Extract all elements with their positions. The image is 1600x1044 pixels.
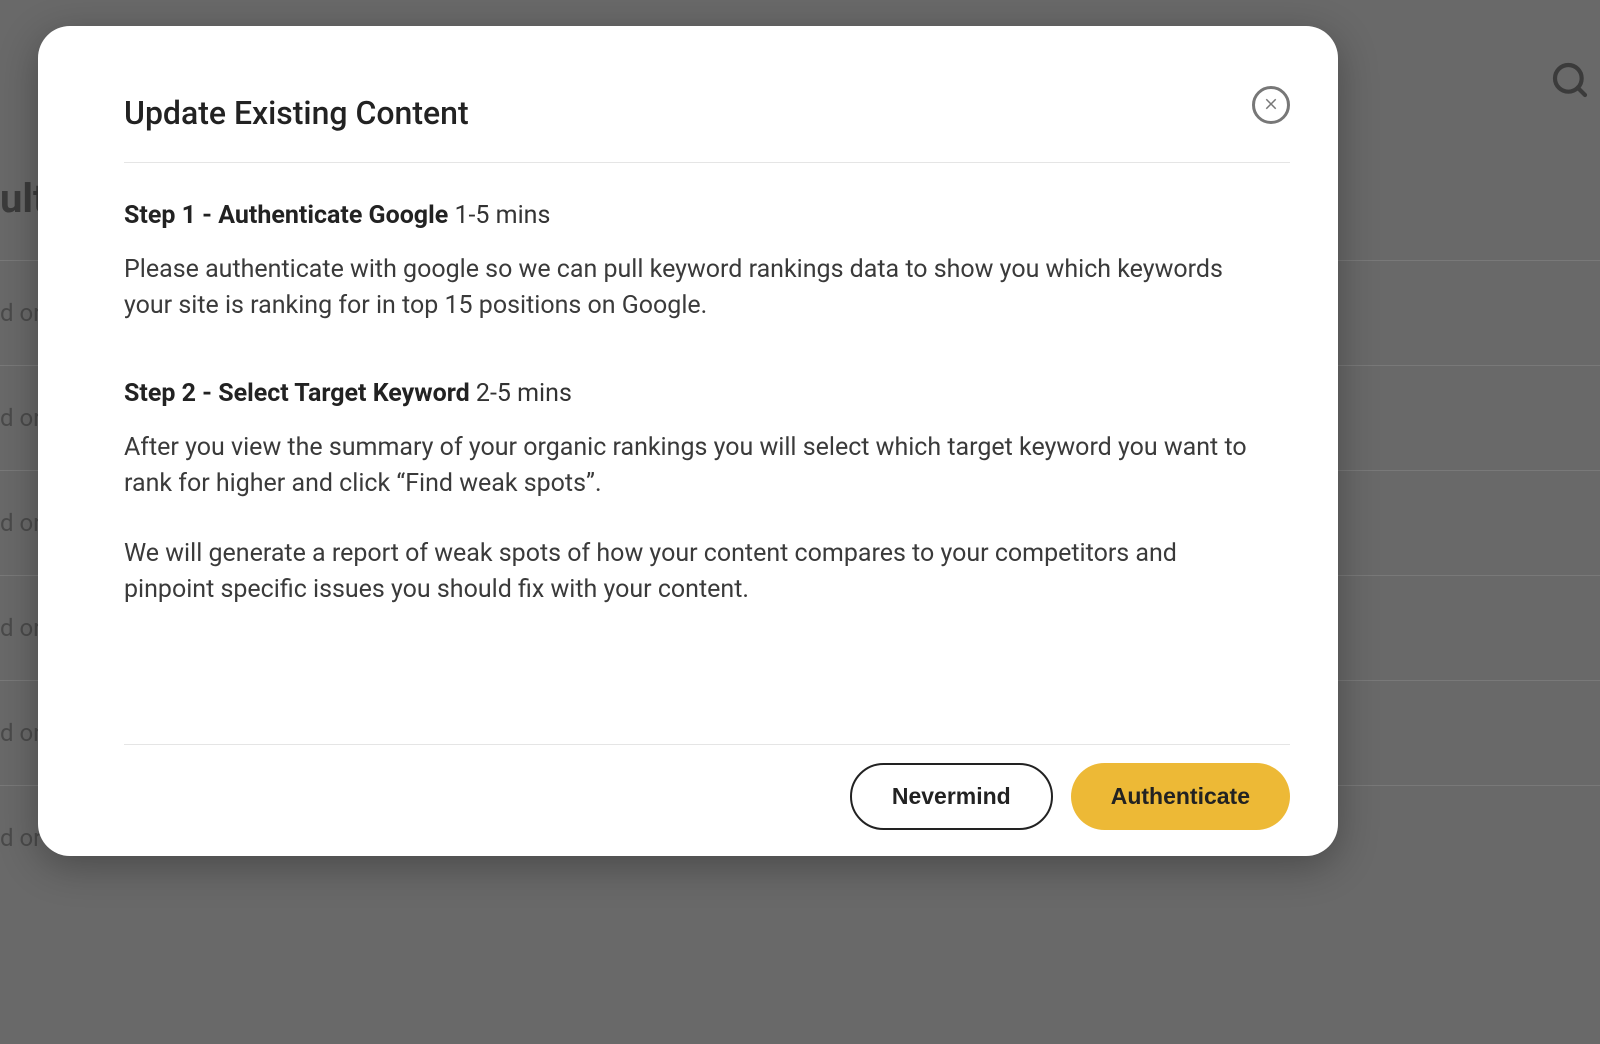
modal-header: Update Existing Content xyxy=(38,26,1338,162)
update-content-modal: Update Existing Content Step 1 - Authent… xyxy=(38,26,1338,856)
step-1-duration: 1-5 mins xyxy=(454,201,550,230)
step-1-description: Please authenticate with google so we ca… xyxy=(124,252,1252,325)
extra-description: We will generate a report of weak spots … xyxy=(124,536,1252,609)
close-button[interactable] xyxy=(1252,86,1290,124)
nevermind-button[interactable]: Nevermind xyxy=(850,763,1053,830)
modal-title: Update Existing Content xyxy=(124,94,469,132)
step-1-heading: Step 1 - Authenticate Google 1-5 mins xyxy=(124,201,1252,230)
modal-body: Step 1 - Authenticate Google 1-5 mins Pl… xyxy=(38,163,1338,744)
step-2-description: After you view the summary of your organ… xyxy=(124,430,1252,503)
close-icon xyxy=(1262,95,1280,116)
step-2-label: Step 2 - Select Target Keyword xyxy=(124,379,470,408)
step-1-block: Step 1 - Authenticate Google 1-5 mins Pl… xyxy=(124,201,1252,325)
modal-footer: Nevermind Authenticate xyxy=(124,744,1290,856)
authenticate-button[interactable]: Authenticate xyxy=(1071,763,1290,830)
step-2-heading: Step 2 - Select Target Keyword 2-5 mins xyxy=(124,379,1252,408)
step-2-block: Step 2 - Select Target Keyword 2-5 mins … xyxy=(124,379,1252,609)
step-1-label: Step 1 - Authenticate Google xyxy=(124,201,448,230)
step-2-duration: 2-5 mins xyxy=(476,379,572,408)
